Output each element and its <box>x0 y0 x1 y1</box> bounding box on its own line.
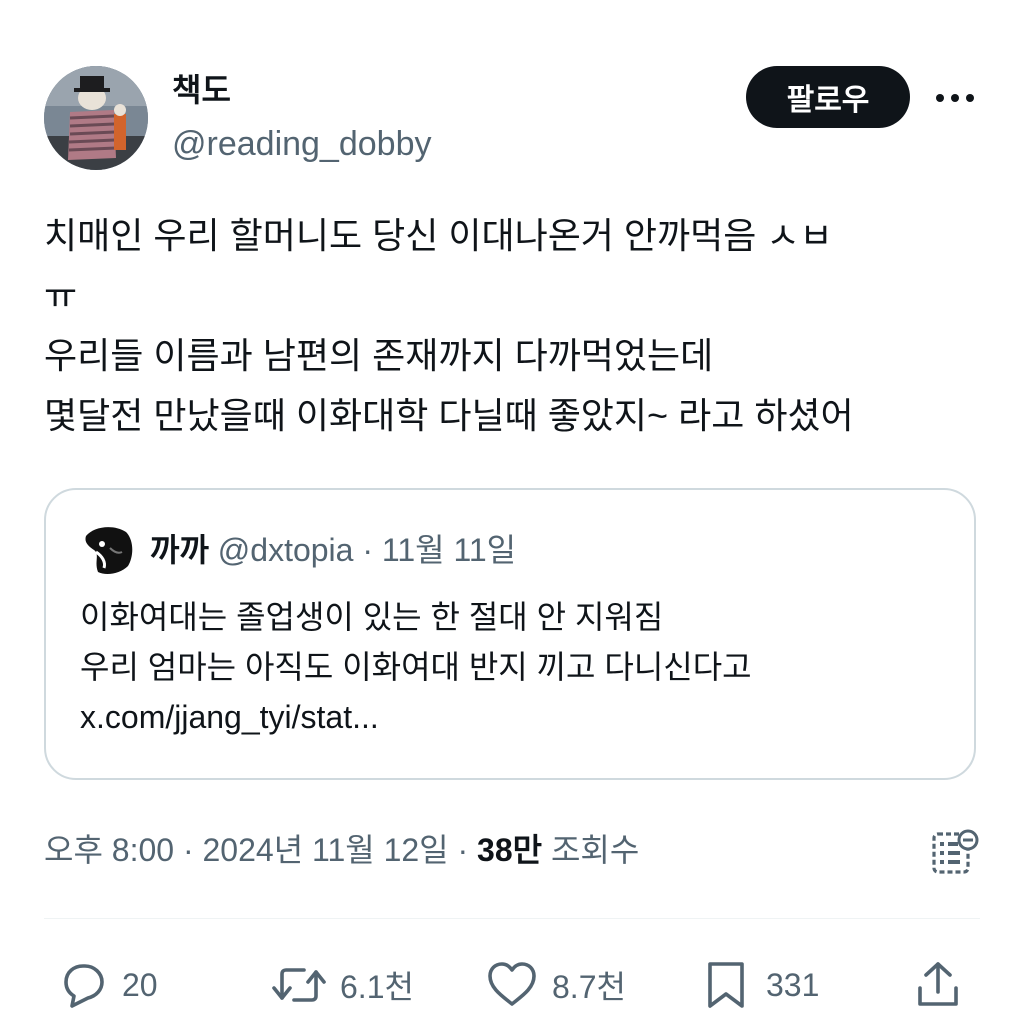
quoted-date: 11월 11일 <box>381 532 517 568</box>
more-horizontal-icon <box>936 94 974 102</box>
author-display-name[interactable]: 책도 <box>172 70 231 110</box>
tweet-date[interactable]: 2024년 11월 12일 <box>203 832 449 868</box>
quoted-display-name: 까까 <box>150 532 209 568</box>
heart-icon <box>488 962 536 1006</box>
more-options-button[interactable] <box>930 80 980 116</box>
share-button[interactable] <box>914 958 962 1012</box>
quoted-avatar-image <box>80 522 136 578</box>
quoted-separator: · <box>362 532 373 568</box>
bookmark-count: 331 <box>766 966 820 1003</box>
quoted-text-line: 이화여대는 졸업생이 있는 한 절대 안 지워짐 <box>80 599 664 635</box>
meta-separator: · <box>457 832 469 868</box>
quoted-handle: @dxtopia <box>217 532 354 568</box>
tweet-time[interactable]: 오후 8:00 <box>44 832 174 868</box>
follow-button[interactable]: 팔로우 <box>746 66 910 128</box>
repost-count: 6.1천 <box>340 969 414 1005</box>
views-count: 38만 <box>477 832 543 868</box>
quoted-tweet-text: 이화여대는 졸업생이 있는 한 절대 안 지워짐 우리 엄마는 아직도 이화여대… <box>80 592 752 742</box>
quoted-text-line: 우리 엄마는 아직도 이화여대 반지 끼고 다니신다고 <box>80 649 752 685</box>
view-analytics-icon <box>932 829 979 874</box>
author-handle[interactable]: @reading_dobby <box>172 122 431 166</box>
views-label: 조회수 <box>550 832 640 868</box>
view-analytics-button[interactable] <box>928 826 980 878</box>
quoted-tweet-header: 까까 @dxtopia · 11월 11일 <box>150 530 516 570</box>
tweet-text-line: 우리들 이름과 남편의 존재까지 다까먹었는데 <box>44 335 714 376</box>
repost-button[interactable]: 6.1천 <box>270 958 414 1012</box>
avatar-image <box>44 66 148 170</box>
divider <box>44 918 980 919</box>
tweet-text-line: 몇달전 만났을때 이화대학 다닐때 좋았지~ 라고 하셨어 <box>44 395 854 436</box>
tweet-text: 치매인 우리 할머니도 당신 이대나온거 안까먹음 ㅅㅂ ㅠ 우리들 이름과 남… <box>44 206 980 446</box>
reply-button[interactable]: 20 <box>56 958 158 1012</box>
tweet-text-line: 치매인 우리 할머니도 당신 이대나온거 안까먹음 ㅅㅂ <box>44 215 833 256</box>
author-avatar[interactable] <box>44 66 148 170</box>
like-button[interactable]: 8.7천 <box>484 958 626 1012</box>
reply-icon <box>64 964 104 1008</box>
quoted-author-avatar <box>80 522 136 578</box>
quoted-link[interactable]: x.com/jjang_tyi/stat... <box>80 692 752 742</box>
share-icon <box>918 962 958 1006</box>
reply-count: 20 <box>122 966 158 1003</box>
repost-icon <box>272 968 326 1002</box>
quoted-tweet-card[interactable]: 까까 @dxtopia · 11월 11일 이화여대는 졸업생이 있는 한 절대… <box>44 488 976 780</box>
bookmark-button[interactable]: 331 <box>704 958 819 1012</box>
meta-separator: · <box>182 832 194 868</box>
tweet-text-line: ㅠ <box>44 275 78 316</box>
bookmark-icon <box>708 962 744 1008</box>
tweet-meta: 오후 8:00 · 2024년 11월 12일 · 38만 조회수 <box>44 828 639 872</box>
like-count: 8.7천 <box>552 969 626 1005</box>
